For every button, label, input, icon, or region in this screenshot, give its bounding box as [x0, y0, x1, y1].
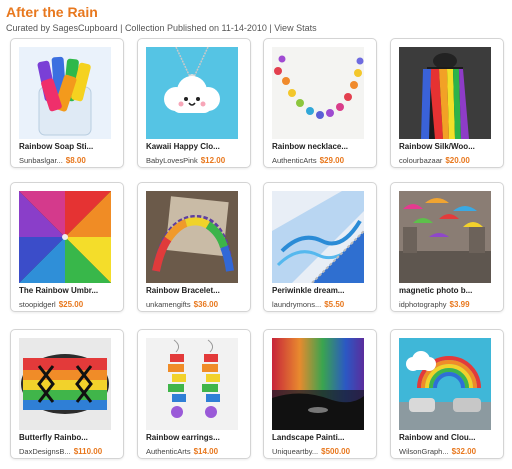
bead-necklace-thumbnail[interactable] — [272, 47, 364, 139]
item-shop: idphotography $3.99 — [399, 300, 470, 309]
item-shop: colourbazaar $20.00 — [399, 156, 470, 165]
umbrellas-photo-thumbnail[interactable] — [399, 191, 491, 283]
silk-scarf-thumbnail[interactable] — [399, 47, 491, 139]
cloud-necklace-thumbnail[interactable] — [146, 47, 238, 139]
item-title[interactable]: The Rainbow Umbr... — [19, 286, 119, 295]
item-card[interactable]: Landscape Painti... Uniqueartby... $500.0… — [263, 329, 377, 459]
item-title[interactable]: Periwinkle dream... — [272, 286, 372, 295]
shop-name[interactable]: idphotography — [399, 300, 447, 309]
item-price: $5.50 — [324, 300, 345, 309]
item-price: $500.00 — [321, 447, 351, 456]
item-card[interactable]: Rainbow necklace... AuthenticArts $29.00 — [263, 38, 377, 168]
item-card[interactable]: Butterfly Rainbo... DaxDesignsB... $110.0… — [10, 329, 124, 459]
shop-name[interactable]: Sunbaslgar... — [19, 156, 63, 165]
shop-name[interactable]: AuthenticArts — [272, 156, 317, 165]
item-shop: BabyLovesPink $12.00 — [146, 156, 225, 165]
item-shop: AuthenticArts $14.00 — [146, 447, 218, 456]
item-card[interactable]: Rainbow earrings... AuthenticArts $14.00 — [137, 329, 251, 459]
fabric-pouch-thumbnail[interactable] — [272, 191, 364, 283]
shop-name[interactable]: colourbazaar — [399, 156, 442, 165]
item-title[interactable]: Rainbow and Clou... — [399, 433, 499, 442]
rainbow-decal-thumbnail[interactable] — [399, 338, 491, 430]
collection-meta: Curated by SagesCupboard | Collection Pu… — [6, 22, 317, 34]
item-price: $25.00 — [58, 300, 84, 309]
item-price: $29.00 — [319, 156, 345, 165]
curated-prefix: Curated by — [6, 23, 53, 33]
item-title[interactable]: Rainbow Silk/Woo... — [399, 142, 499, 151]
item-shop: unkamengifts $36.00 — [146, 300, 218, 309]
item-price: $20.00 — [445, 156, 470, 165]
shop-name[interactable]: WilsonGraph... — [399, 447, 449, 456]
item-card[interactable]: Rainbow and Clou... WilsonGraph... $32.00 — [390, 329, 504, 459]
grid-row: Rainbow Soap Sti... Sunbaslgar...$8.00 — [10, 38, 510, 171]
item-title[interactable]: Rainbow Soap Sti... — [19, 142, 119, 151]
umbrella-thumbnail[interactable] — [19, 191, 111, 283]
landscape-painting-thumbnail[interactable] — [272, 338, 364, 430]
item-shop: Uniqueartby... $500.00 — [272, 447, 350, 456]
item-title[interactable]: Rainbow earrings... — [146, 433, 246, 442]
item-title[interactable]: magnetic photo b... — [399, 286, 499, 295]
shop-name[interactable]: unkamengifts — [146, 300, 191, 309]
item-card[interactable]: magnetic photo b... idphotography $3.99 — [390, 182, 504, 312]
shop-name[interactable]: laundrymons... — [272, 300, 321, 309]
item-shop: WilsonGraph... $32.00 — [399, 447, 476, 456]
item-price: $110.00 — [73, 447, 103, 456]
shop-name[interactable]: DaxDesignsB... — [19, 447, 71, 456]
curator-link[interactable]: SagesCupboard — [53, 23, 118, 33]
chain-bracelet-thumbnail[interactable] — [146, 191, 238, 283]
item-card[interactable]: Rainbow Silk/Woo... colourbazaar $20.00 — [390, 38, 504, 168]
item-price: $8.00 — [65, 156, 86, 165]
item-card[interactable]: The Rainbow Umbr... stoopidgerl $25.00 — [10, 182, 124, 312]
item-price: $3.99 — [449, 300, 470, 309]
item-title[interactable]: Kawaii Happy Clo... — [146, 142, 246, 151]
collection-header: After the Rain Curated by SagesCupboard … — [6, 3, 317, 34]
shop-name[interactable]: AuthenticArts — [146, 447, 191, 456]
soap-sticks-thumbnail[interactable] — [19, 47, 111, 139]
item-card[interactable]: Rainbow Soap Sti... Sunbaslgar... $8.00 — [10, 38, 124, 168]
view-stats-link[interactable]: View Stats — [274, 23, 316, 33]
meta-separator: | — [117, 23, 125, 33]
item-shop: laundrymons... $5.50 — [272, 300, 344, 309]
item-price: $32.00 — [451, 447, 477, 456]
item-title[interactable]: Landscape Painti... — [272, 433, 372, 442]
published-date: Collection Published on 11-14-2010 — [124, 23, 267, 33]
grid-row: The Rainbow Umbr... stoopidgerl $25.00 Ra… — [10, 182, 510, 315]
item-price: $14.00 — [193, 447, 219, 456]
item-card[interactable]: Rainbow Bracelet... unkamengifts $36.00 — [137, 182, 251, 312]
item-card[interactable]: Periwinkle dream... laundrymons... $5.50 — [263, 182, 377, 312]
item-shop: stoopidgerl $25.00 — [19, 300, 83, 309]
shop-name[interactable]: Uniqueartby... — [272, 447, 318, 456]
grid-row: Butterfly Rainbo... DaxDesignsB... $110.0… — [10, 329, 510, 462]
item-title[interactable]: Rainbow necklace... — [272, 142, 372, 151]
item-price: $36.00 — [193, 300, 219, 309]
shop-name[interactable]: BabyLovesPink — [146, 156, 198, 165]
item-card[interactable]: Kawaii Happy Clo... BabyLovesPink $12.00 — [137, 38, 251, 168]
page-title: After the Rain — [6, 4, 98, 20]
item-shop: DaxDesignsB... $110.00 — [19, 447, 102, 456]
item-shop: Sunbaslgar... $8.00 — [19, 156, 86, 165]
item-title[interactable]: Butterfly Rainbo... — [19, 433, 119, 442]
item-title[interactable]: Rainbow Bracelet... — [146, 286, 246, 295]
beaded-cuff-thumbnail[interactable] — [19, 338, 111, 430]
item-shop: AuthenticArts $29.00 — [272, 156, 344, 165]
item-price: $12.00 — [200, 156, 226, 165]
shop-name[interactable]: stoopidgerl — [19, 300, 56, 309]
earrings-thumbnail[interactable] — [146, 338, 238, 430]
